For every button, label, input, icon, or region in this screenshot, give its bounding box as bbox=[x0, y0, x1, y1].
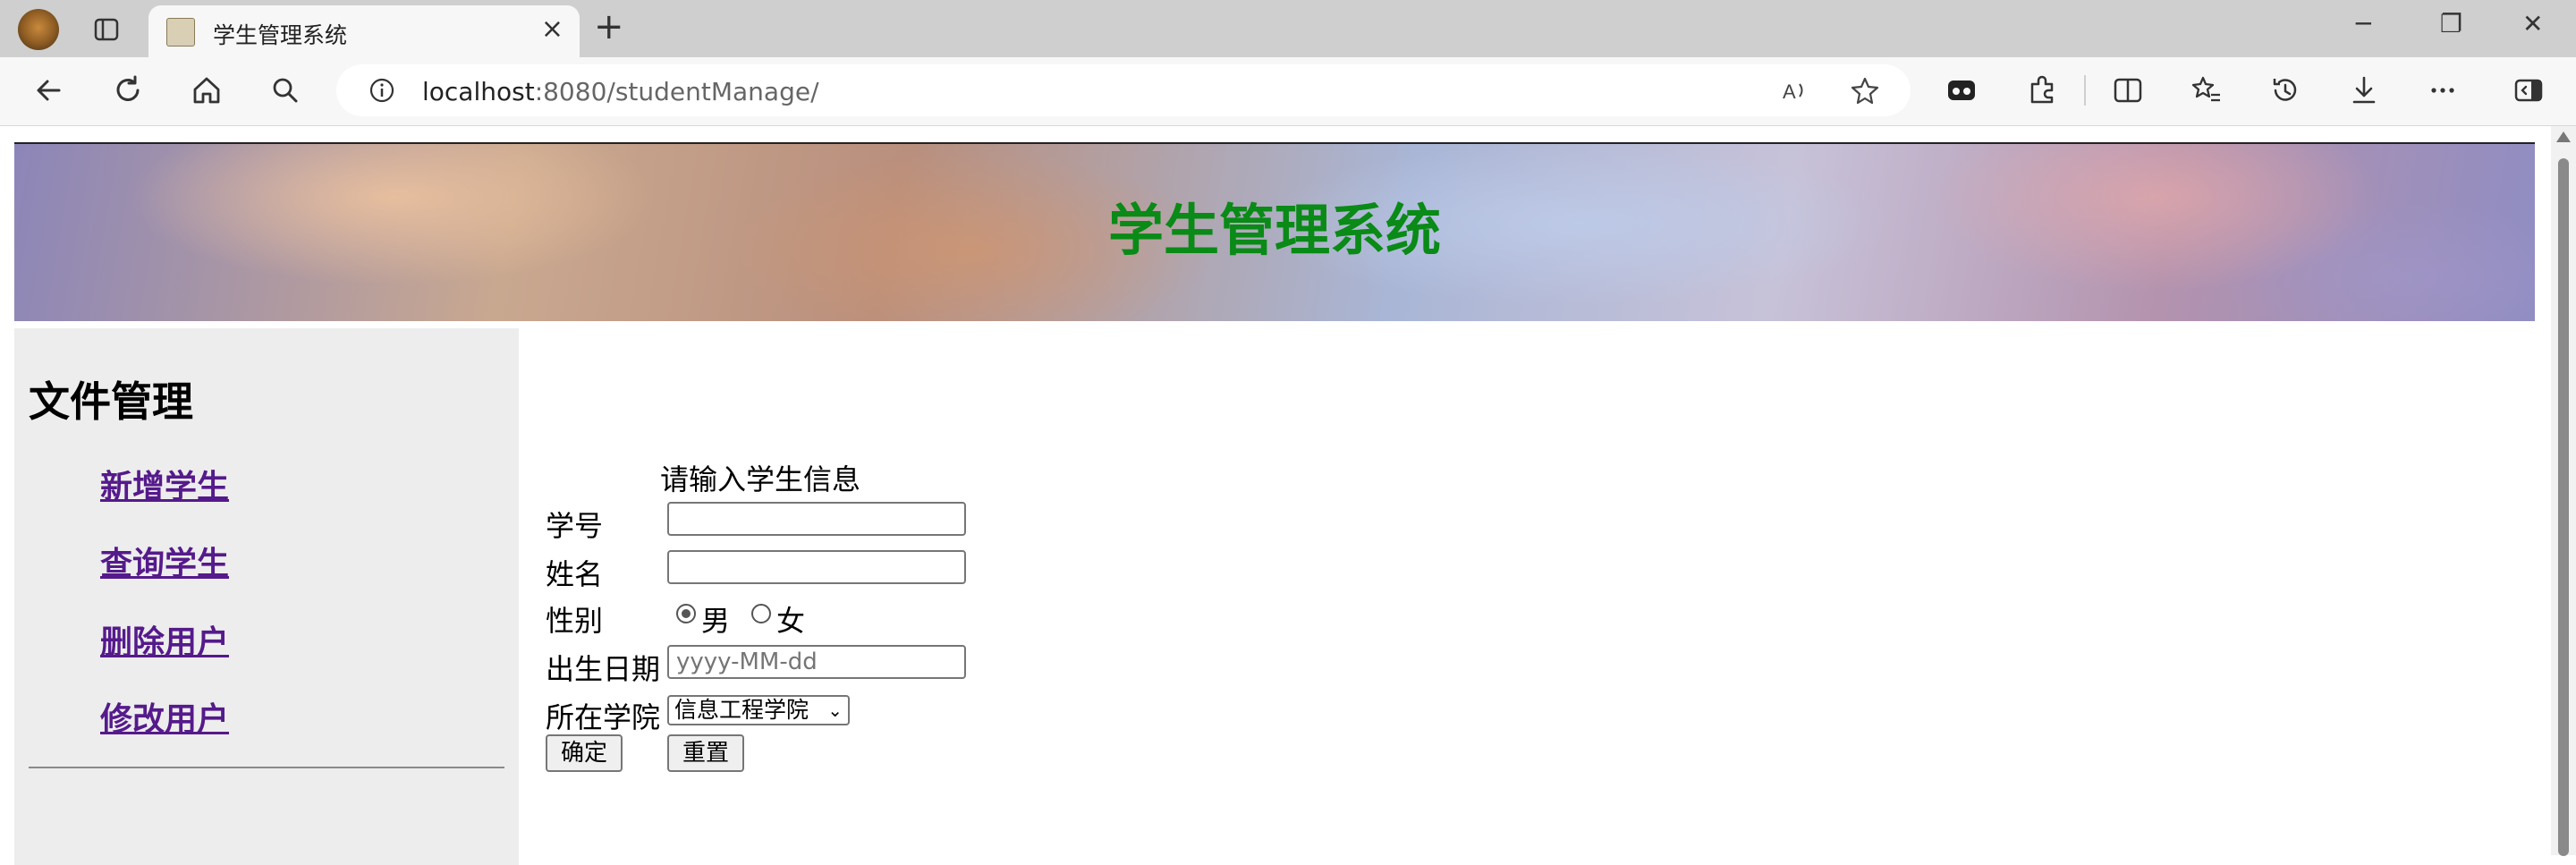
banner-title: 学生管理系统 bbox=[1107, 198, 1441, 263]
sidebar-link-query-student[interactable]: 查询学生 bbox=[100, 538, 229, 584]
student-id-input[interactable] bbox=[667, 502, 966, 536]
gender-male-radio[interactable] bbox=[676, 604, 696, 623]
extension-dark-icon[interactable] bbox=[1945, 73, 1979, 107]
tab-close-icon[interactable]: × bbox=[541, 16, 564, 43]
browser-tab-strip: 学生管理系统 × + ─ ❐ ✕ bbox=[0, 0, 2576, 57]
gender-label: 性别 bbox=[546, 604, 604, 638]
college-selected-value: 信息工程学院 bbox=[674, 697, 809, 723]
sidebar-link-add-student[interactable]: 新增学生 bbox=[100, 461, 229, 507]
form-caption: 请输入学生信息 bbox=[660, 462, 861, 496]
sidebar-link-edit-user[interactable]: 修改用户 bbox=[100, 693, 229, 740]
header-banner: 学生管理系统 bbox=[14, 142, 2535, 321]
url-text: localhost:8080/studentManage/ bbox=[422, 77, 819, 106]
submit-button[interactable]: 确定 bbox=[546, 734, 623, 772]
scrollbar-thumb[interactable] bbox=[2558, 158, 2569, 856]
name-input[interactable] bbox=[667, 550, 966, 584]
sidebar-divider bbox=[29, 767, 504, 768]
scroll-up-arrow-icon[interactable] bbox=[2556, 131, 2571, 142]
extensions-puzzle-icon[interactable] bbox=[2025, 73, 2059, 107]
svg-text:A: A bbox=[1783, 81, 1796, 103]
history-icon[interactable] bbox=[2268, 73, 2302, 107]
student-id-label: 学号 bbox=[546, 509, 604, 543]
tab-actions-icon[interactable] bbox=[93, 16, 120, 43]
new-tab-button[interactable]: + bbox=[594, 9, 624, 45]
gender-male-label: 男 bbox=[701, 604, 731, 638]
toolbar-separator bbox=[2084, 75, 2086, 106]
active-tab[interactable]: 学生管理系统 × bbox=[148, 5, 580, 57]
birth-date-input[interactable] bbox=[667, 645, 966, 679]
sidebar: 文件管理 新增学生 查询学生 删除用户 修改用户 bbox=[14, 328, 519, 865]
read-aloud-icon[interactable]: A bbox=[1780, 75, 1810, 106]
favorites-icon[interactable] bbox=[2190, 73, 2224, 107]
reset-button[interactable]: 重置 bbox=[667, 734, 744, 772]
reload-icon[interactable] bbox=[111, 73, 145, 107]
tab-title: 学生管理系统 bbox=[213, 22, 348, 48]
sidebar-link-delete-user[interactable]: 删除用户 bbox=[100, 616, 229, 663]
favorite-star-icon[interactable] bbox=[1850, 75, 1880, 106]
sidebar-heading: 文件管理 bbox=[29, 377, 193, 426]
browser-toolbar: localhost:8080/studentManage/ A bbox=[0, 57, 2576, 126]
restore-button[interactable]: ❐ bbox=[2440, 11, 2462, 38]
split-screen-icon[interactable] bbox=[2111, 73, 2145, 107]
page-viewport: 学生管理系统 文件管理 新增学生 查询学生 删除用户 修改用户 请输入学生信息 … bbox=[0, 126, 2551, 865]
sidebar-toggle-icon[interactable] bbox=[2512, 73, 2546, 107]
gender-female-label: 女 bbox=[776, 604, 806, 638]
address-bar[interactable]: localhost:8080/studentManage/ A bbox=[336, 64, 1911, 116]
gender-female-radio[interactable] bbox=[751, 604, 771, 623]
home-icon[interactable] bbox=[190, 73, 224, 107]
site-favicon-icon bbox=[166, 18, 195, 47]
site-info-icon[interactable] bbox=[369, 77, 395, 104]
profile-avatar[interactable] bbox=[18, 9, 59, 50]
college-label: 所在学院 bbox=[546, 700, 661, 734]
close-window-button[interactable]: ✕ bbox=[2522, 11, 2543, 38]
url-path: :8080/studentManage/ bbox=[534, 77, 819, 106]
college-select[interactable]: 信息工程学院 ⌄ bbox=[667, 695, 850, 725]
downloads-icon[interactable] bbox=[2347, 73, 2381, 107]
birth-date-label: 出生日期 bbox=[546, 652, 661, 686]
search-icon[interactable] bbox=[268, 73, 302, 107]
minimize-button[interactable]: ─ bbox=[2356, 11, 2371, 38]
url-host: localhost bbox=[422, 77, 535, 106]
page-scrollbar[interactable] bbox=[2551, 126, 2576, 856]
more-menu-icon[interactable] bbox=[2426, 73, 2460, 107]
name-label: 姓名 bbox=[546, 557, 604, 591]
back-arrow-icon[interactable] bbox=[32, 73, 66, 107]
chevron-down-icon: ⌄ bbox=[827, 700, 843, 721]
